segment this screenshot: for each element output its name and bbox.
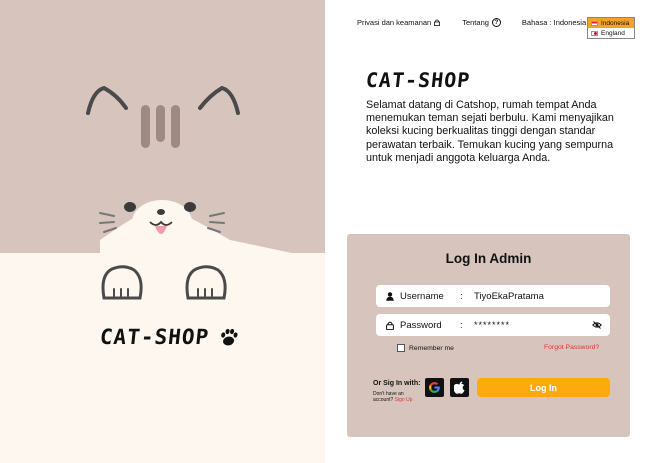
nav-about[interactable]: Tentang ? [462,18,501,27]
left-paw [101,265,143,300]
lock-icon [386,321,394,330]
paw-icon [221,328,238,346]
login-card: Log In Admin Username : Password : [347,234,630,437]
top-nav: Privasi dan keamanan Tentang ? Bahasa : … [357,18,591,27]
remember-label: Remember me [409,344,454,352]
apple-signin-button[interactable] [450,378,469,397]
login-page: CAT-SHOP Privasi dan keamanan Tentang ? … [0,0,650,463]
google-icon [429,382,440,393]
password-label: Password [400,319,442,331]
brand-logo: CAT-SHOP [99,325,241,349]
right-eye [184,202,196,212]
apple-icon [453,381,464,394]
left-eye [124,202,136,212]
login-button[interactable]: Log In [477,378,610,397]
illustration-panel: CAT-SHOP [0,0,325,463]
nav-privacy-label: Privasi dan keamanan [357,18,432,27]
no-account-text: Don't have an account? Sign Up [373,391,423,403]
login-title: Log In Admin [445,251,532,266]
page-title: CAT-SHOP [364,68,472,92]
username-input[interactable] [474,290,604,302]
password-field[interactable]: Password : [376,314,610,336]
forgot-password-link[interactable]: Forgot Password? [544,344,599,351]
cat-illustration [0,85,325,320]
lock-icon [434,19,441,26]
google-signin-button[interactable] [425,378,444,397]
intro-description: Selamat datang di Catshop, rumah tempat … [366,99,614,164]
signup-link[interactable]: Sign Up [395,397,413,403]
user-icon [386,291,394,301]
language-option-indonesia[interactable]: Indonesia [588,18,634,28]
remember-checkbox[interactable] [397,344,405,352]
nav-privacy[interactable]: Privasi dan keamanan [357,18,441,27]
language-label: Bahasa : Indonesia [521,18,587,27]
username-field[interactable]: Username : [376,285,610,307]
brand-name: CAT-SHOP [98,325,211,349]
language-dropdown: Indonesia England [587,17,635,39]
username-separator: : [460,290,463,302]
england-flag-icon [591,30,598,36]
right-paw [185,265,227,300]
nav-about-label: Tentang [462,18,489,27]
eye-off-icon[interactable] [592,320,602,330]
password-separator: : [460,319,463,331]
language-option-label: Indonesia [601,19,630,27]
remember-me[interactable]: Remember me [397,344,454,352]
password-input[interactable] [474,320,604,330]
language-option-label: England [601,29,625,37]
help-circle-icon: ? [491,18,501,27]
language-selector[interactable]: Bahasa : Indonesia ▸ [522,18,591,27]
language-option-england[interactable]: England [588,28,634,38]
indonesia-flag-icon [591,20,598,26]
signin-with-label: Or Sig In with: [373,380,421,387]
username-label: Username [400,290,444,302]
